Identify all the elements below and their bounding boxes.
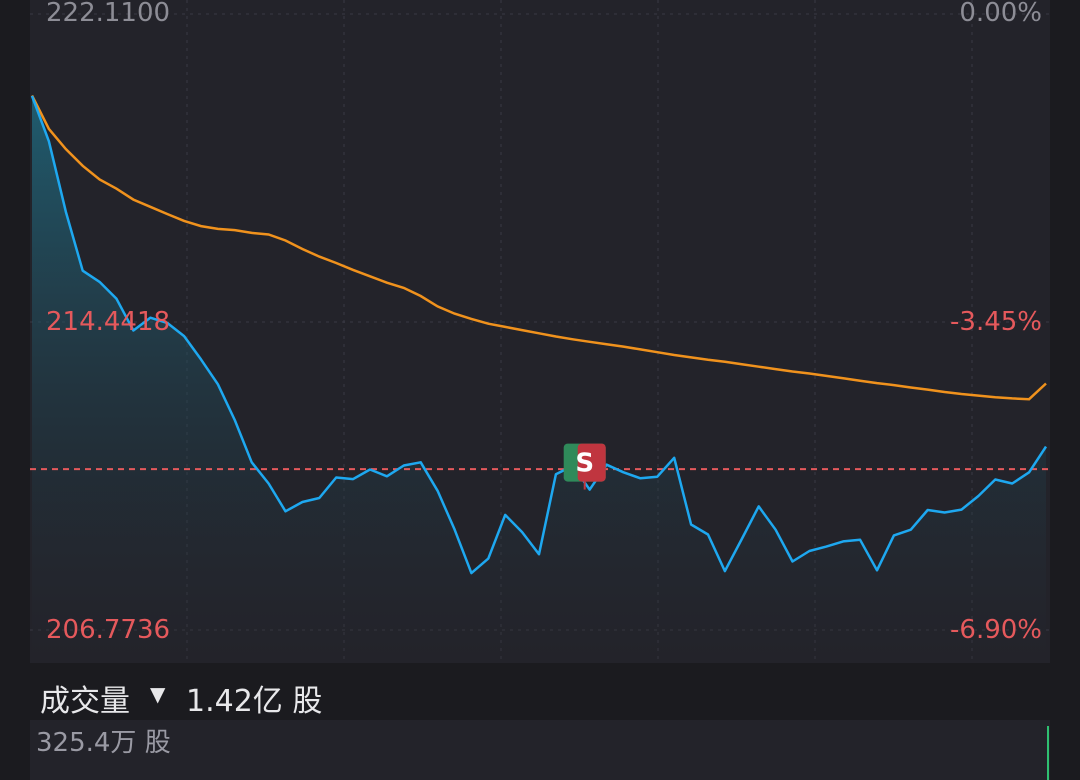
volume-title[interactable]: 成交量 [40, 676, 130, 720]
price-area-fill [32, 95, 1046, 663]
volume-chart-panel [30, 720, 1050, 780]
volume-scale-label: 325.4万 股 [36, 728, 171, 758]
percent-axis-label-mid: -3.45% [950, 307, 1042, 337]
right-margin [1050, 0, 1080, 780]
percent-axis-label-bottom: -6.90% [950, 615, 1042, 645]
price-chart-svg: S [30, 0, 1050, 663]
price-chart-panel: S 222.1100 0.00% 214.4418 -3.45% 206.773… [30, 0, 1050, 663]
price-axis-label-mid: 214.4418 [46, 307, 171, 337]
volume-total: 1.42亿 股 [186, 684, 323, 719]
price-axis-label-bottom: 206.7736 [46, 615, 171, 645]
price-axis-label-top: 222.1100 [46, 0, 171, 28]
percent-axis-label-top: 0.00% [959, 0, 1042, 28]
caret-down-icon[interactable]: ▼ [150, 682, 165, 706]
volume-bar [1047, 726, 1049, 780]
sell-marker-label: S [575, 449, 594, 479]
